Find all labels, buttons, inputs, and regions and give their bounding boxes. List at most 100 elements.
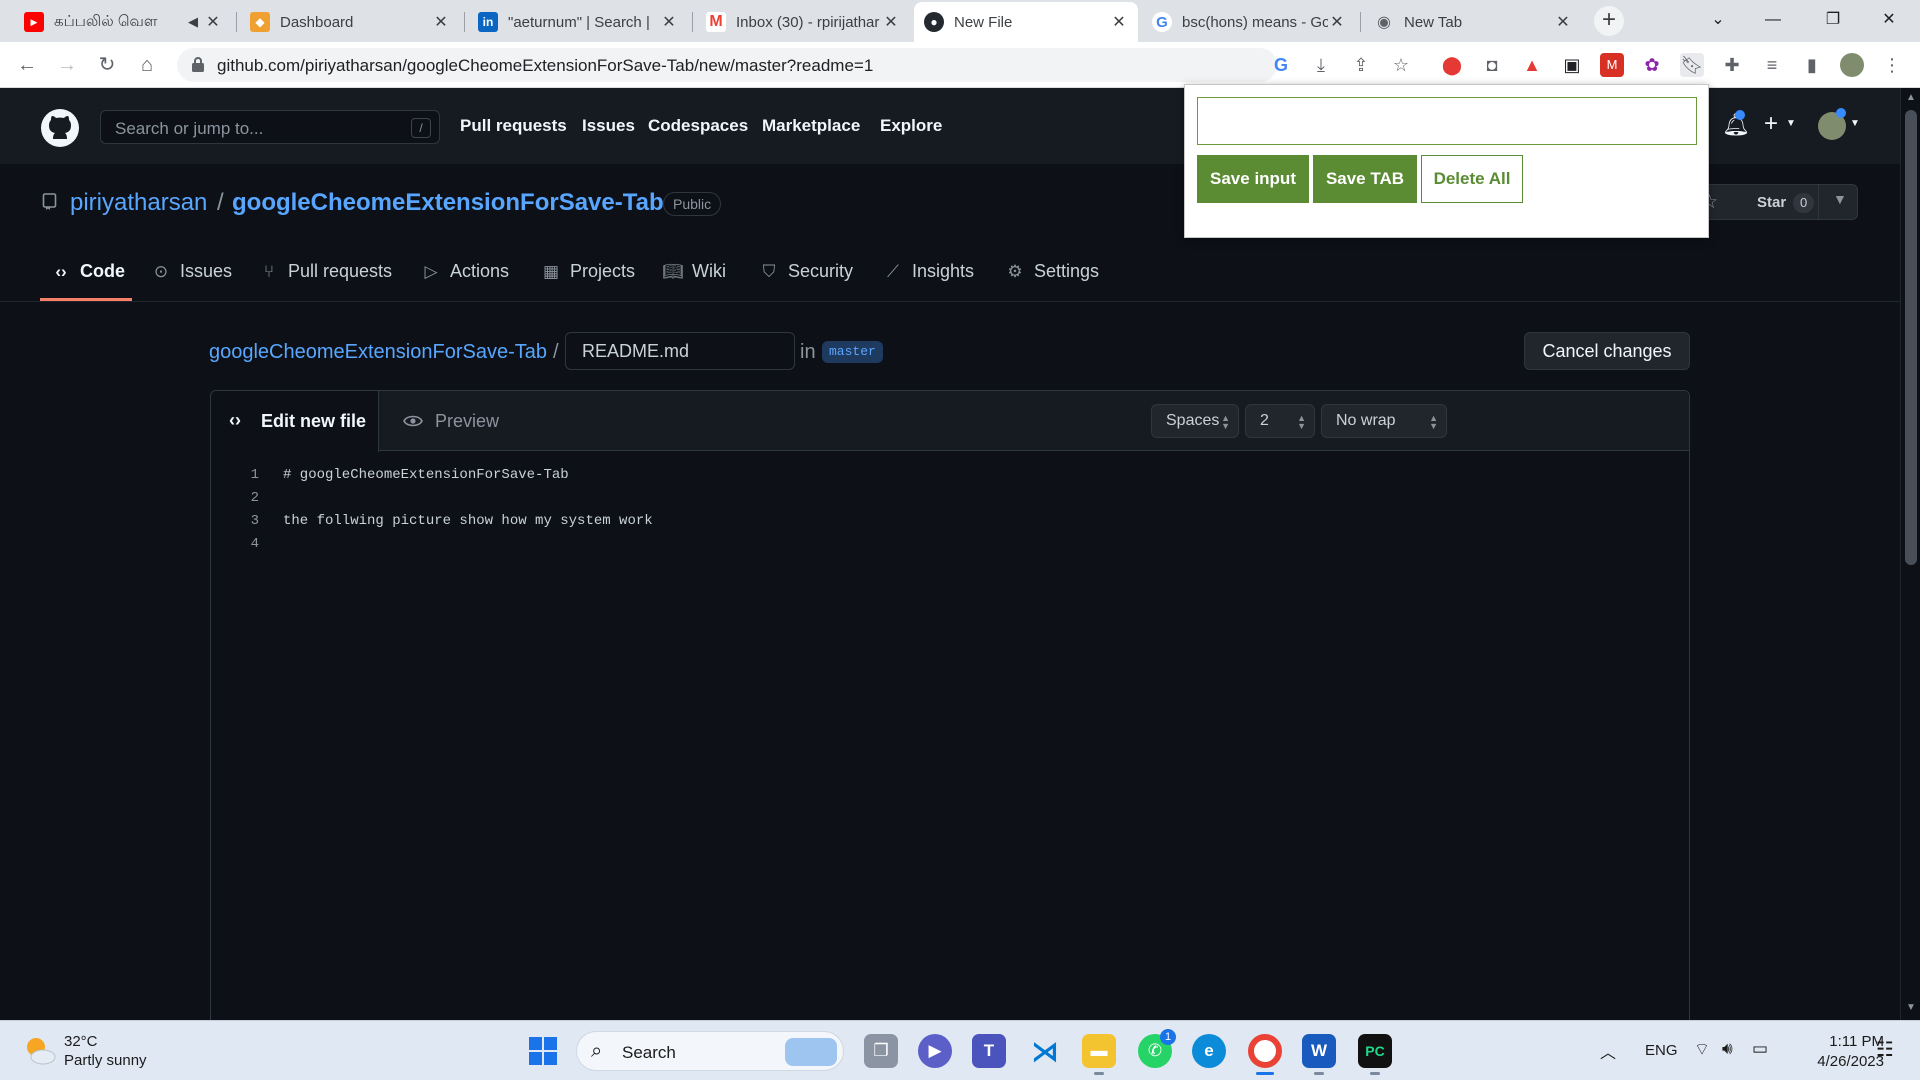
clock-date[interactable]: 4/26/2023: [1784, 1053, 1884, 1070]
cancel-changes-button[interactable]: Cancel changes: [1524, 332, 1690, 370]
mute-icon[interactable]: ◀: [182, 14, 204, 30]
reload-icon[interactable]: ↻: [92, 50, 122, 80]
notification-center-icon[interactable]: ☷: [1876, 1037, 1894, 1062]
new-tab-button[interactable]: +: [1594, 6, 1624, 36]
battery-icon[interactable]: ▭: [1752, 1039, 1768, 1059]
browser-tab-new-tab[interactable]: ◉ New Tab ✕: [1364, 4, 1582, 40]
side-panel-icon[interactable]: ▮: [1800, 53, 1824, 77]
tab-issues[interactable]: ⊙ Issues: [150, 261, 232, 301]
color-picker-icon[interactable]: ✿: [1640, 53, 1664, 77]
page-scrollbar[interactable]: ▲ ▼: [1900, 88, 1920, 1020]
browser-tab-google[interactable]: G bsc(hons) means - Go ✕: [1142, 4, 1356, 40]
close-icon[interactable]: ✕: [882, 12, 900, 32]
github-logo-icon[interactable]: [40, 108, 80, 148]
tab-insights[interactable]: ⟋ Insights: [882, 261, 974, 301]
chevron-down-icon[interactable]: ▼: [1786, 118, 1796, 129]
clock-time[interactable]: 1:11 PM: [1784, 1033, 1884, 1050]
extensions-puzzle-icon[interactable]: ✚: [1720, 53, 1744, 77]
picture-in-picture-icon[interactable]: ▣: [1560, 53, 1584, 77]
popup-text-input[interactable]: [1197, 97, 1697, 145]
teams-chat-icon[interactable]: ▶: [918, 1034, 952, 1068]
home-icon[interactable]: ⌂: [132, 50, 162, 80]
show-hidden-icons-chevron[interactable]: ︿: [1600, 1039, 1616, 1063]
browser-tab-gmail[interactable]: M Inbox (30) - rpirijathar ✕: [696, 4, 910, 40]
browser-tab-dashboard[interactable]: ◆ Dashboard ✕: [240, 4, 460, 40]
file-explorer-icon[interactable]: ▬: [1082, 1034, 1116, 1068]
eye-icon[interactable]: [403, 411, 423, 431]
tab-search-chevron-icon[interactable]: ⌄: [1695, 0, 1741, 40]
minimize-icon[interactable]: —: [1750, 0, 1796, 40]
chevron-down-icon[interactable]: ▼: [1850, 118, 1860, 129]
browser-tab-new-file[interactable]: ● New File ✕: [914, 2, 1138, 42]
save-input-button[interactable]: Save input: [1197, 155, 1309, 203]
input-language[interactable]: ENG: [1645, 1042, 1678, 1059]
back-arrow-icon[interactable]: ←: [12, 50, 42, 80]
delete-all-button[interactable]: Delete All: [1421, 155, 1523, 203]
edge-icon[interactable]: e: [1192, 1034, 1226, 1068]
browser-tab-youtube[interactable]: ▶ கப்பலில் வெள ◀ ✕: [14, 4, 232, 40]
close-icon[interactable]: ✕: [660, 12, 678, 32]
weather-partly-sunny-icon[interactable]: [22, 1033, 58, 1069]
close-icon[interactable]: ✕: [1110, 12, 1128, 32]
google-lens-icon[interactable]: G: [1269, 53, 1293, 77]
window-close-icon[interactable]: ✕: [1866, 0, 1912, 40]
extension-upload-icon[interactable]: ▲: [1520, 53, 1544, 77]
nav-codespaces[interactable]: Codespaces: [648, 116, 748, 136]
tab-actions[interactable]: ▷ Actions: [420, 261, 509, 301]
tab-wiki[interactable]: 📖︎ Wiki: [662, 261, 726, 301]
bookmark-star-icon[interactable]: ☆: [1389, 53, 1413, 77]
microsoft-word-icon[interactable]: W: [1302, 1034, 1336, 1068]
install-app-icon[interactable]: ⤓: [1309, 53, 1333, 77]
task-view-icon[interactable]: ❐: [864, 1034, 898, 1068]
browser-tab-linkedin[interactable]: in "aeturnum" | Search | ✕: [468, 4, 688, 40]
tab-projects[interactable]: ▦ Projects: [540, 261, 635, 301]
tab-preview[interactable]: Preview: [435, 411, 499, 432]
nav-marketplace[interactable]: Marketplace: [762, 116, 860, 136]
tab-pull-requests[interactable]: ⑂ Pull requests: [258, 261, 392, 301]
share-icon[interactable]: ⇪: [1349, 53, 1373, 77]
address-bar[interactable]: github.com/piriyatharsan/googleCheomeExt…: [177, 48, 1409, 82]
tab-edit-new-file[interactable]: ‹› Edit new file: [211, 391, 379, 452]
tab-code[interactable]: ‹› Code: [40, 261, 132, 301]
create-new-plus-icon[interactable]: +: [1764, 110, 1778, 138]
code-editor-textarea[interactable]: 1 # googleCheomeExtensionForSave-Tab 2 3…: [211, 452, 1689, 1029]
filename-input[interactable]: [565, 332, 795, 370]
scroll-down-arrow-icon[interactable]: ▼: [1906, 1002, 1916, 1013]
wifi-icon[interactable]: ⌔: [1694, 1039, 1710, 1060]
close-icon[interactable]: ✕: [1554, 12, 1572, 32]
save-tab-extension-icon[interactable]: 🔖︎: [1680, 53, 1704, 77]
windows-start-icon[interactable]: [528, 1036, 558, 1066]
extension-record-icon[interactable]: ⬤: [1440, 53, 1464, 77]
close-icon[interactable]: ✕: [204, 12, 222, 32]
nav-issues[interactable]: Issues: [582, 116, 635, 136]
repo-owner-link[interactable]: piriyatharsan: [70, 189, 207, 217]
breadcrumb-repo-link[interactable]: googleCheomeExtensionForSave-Tab: [209, 341, 547, 364]
browser-menu-icon[interactable]: ⋮: [1880, 53, 1904, 77]
extension-m-icon[interactable]: M: [1600, 53, 1624, 77]
nav-explore[interactable]: Explore: [880, 116, 942, 136]
profile-avatar[interactable]: [1840, 53, 1864, 77]
pycharm-icon[interactable]: PC: [1358, 1034, 1392, 1068]
nav-pull-requests[interactable]: Pull requests: [460, 116, 567, 136]
forward-arrow-icon[interactable]: →: [52, 50, 82, 80]
chrome-icon[interactable]: [1248, 1034, 1282, 1068]
scroll-up-arrow-icon[interactable]: ▲: [1906, 92, 1916, 103]
volume-icon[interactable]: 🔊︎: [1722, 1039, 1733, 1059]
camera-icon[interactable]: ◘: [1480, 53, 1504, 77]
restore-icon[interactable]: ❐: [1810, 0, 1856, 40]
indent-size-select[interactable]: 2 ▲ ▼: [1245, 404, 1315, 438]
vscode-icon[interactable]: ⋊: [1028, 1034, 1062, 1068]
tab-security[interactable]: ⛉ Security: [758, 261, 853, 301]
repo-name-link[interactable]: googleCheomeExtensionForSave-Tab: [232, 189, 664, 217]
taskbar-search-box[interactable]: ⌕ Search: [576, 1031, 844, 1071]
close-icon[interactable]: ✕: [1328, 12, 1346, 32]
microsoft-teams-icon[interactable]: T: [972, 1034, 1006, 1068]
tab-settings[interactable]: ⚙ Settings: [1004, 261, 1099, 301]
indent-mode-select[interactable]: Spaces ▲ ▼: [1151, 404, 1239, 438]
star-list-dropdown-icon[interactable]: ▼: [1833, 191, 1847, 207]
close-icon[interactable]: ✕: [432, 12, 450, 32]
save-tab-button[interactable]: Save TAB: [1313, 155, 1417, 203]
wrap-mode-select[interactable]: No wrap ▲ ▼: [1321, 404, 1447, 438]
scrollbar-thumb[interactable]: [1905, 110, 1917, 565]
github-search-input[interactable]: Search or jump to... /: [100, 110, 440, 144]
